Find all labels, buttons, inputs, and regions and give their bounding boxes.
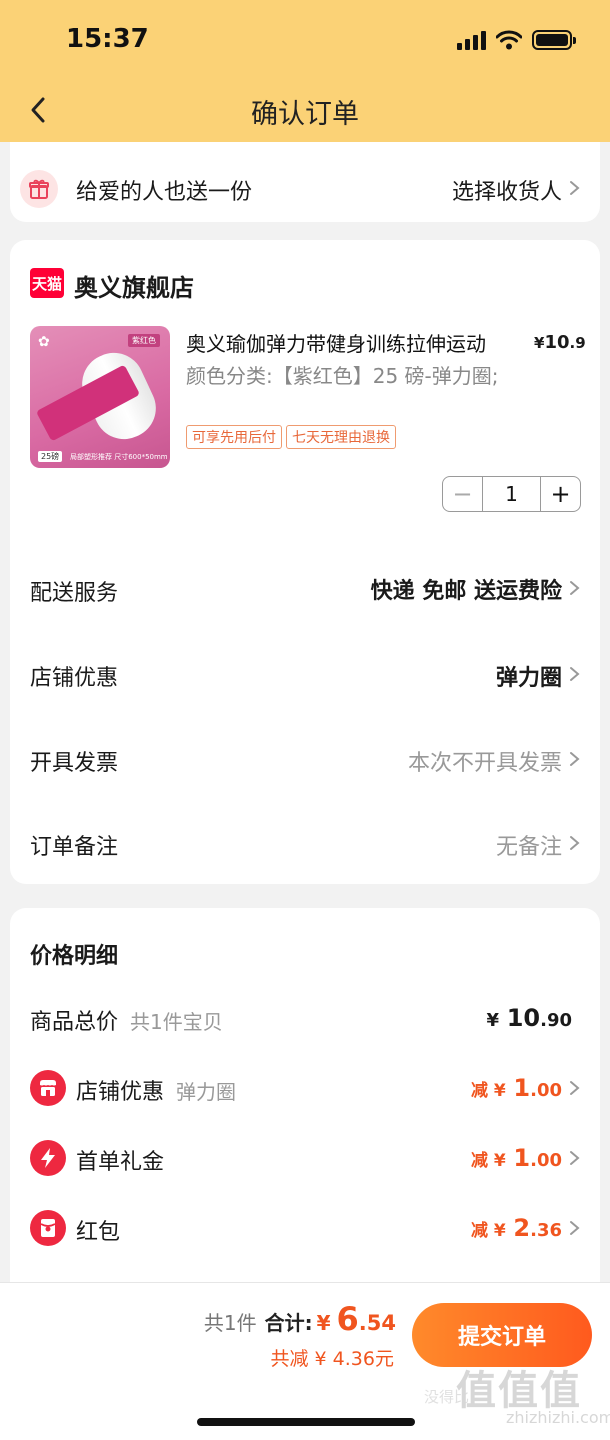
delivery-service-value[interactable]: 快递 免邮 送运费险 — [371, 573, 562, 605]
image-color-tag: 紫红色 — [128, 334, 160, 347]
goods-total-row: 商品总价 共1件宝贝 — [30, 1004, 223, 1036]
goods-total-label: 商品总价 — [30, 1010, 119, 1035]
order-note-label: 订单备注 — [30, 835, 119, 860]
gift-label: 给爱的人也送一份 — [76, 180, 253, 205]
goods-count: 共1件宝贝 — [130, 1010, 223, 1034]
shop-coupon-icon — [30, 1070, 66, 1106]
wifi-icon — [496, 30, 522, 50]
red-packet-icon — [30, 1210, 66, 1246]
nav-bar: 确认订单 — [0, 80, 610, 140]
decrease-button[interactable]: − — [443, 477, 483, 511]
shop-discount-value[interactable]: 弹力圈 — [496, 660, 562, 692]
chevron-right-icon — [568, 751, 582, 766]
status-bar: 15:37 — [0, 0, 610, 80]
order-total: 共1件 合计: ¥ 6 .54 — [203, 1300, 396, 1338]
invoice-value[interactable]: 本次不开具发票 — [408, 745, 562, 777]
first-order-gift-amount[interactable]: 减 ¥ 1.00 — [471, 1144, 562, 1172]
total-int: 6 — [336, 1300, 359, 1338]
red-packet-label: 红包 — [76, 1220, 121, 1245]
chevron-right-icon — [568, 1150, 582, 1165]
page-title: 确认订单 — [251, 99, 359, 130]
shop-name[interactable]: 奥义旗舰店 — [74, 268, 194, 303]
gift-icon — [20, 170, 58, 208]
battery-icon — [532, 30, 576, 50]
home-indicator — [197, 1418, 415, 1426]
total-label: 合计: — [264, 1311, 313, 1335]
chevron-right-icon — [568, 180, 582, 195]
image-caption: 局部塑形推荐 尺寸600*50mm — [70, 453, 168, 461]
status-time: 15:37 — [66, 24, 149, 54]
first-order-gift-label: 首单礼金 — [76, 1150, 165, 1175]
chevron-right-icon — [568, 835, 582, 850]
product-title[interactable]: 奥义瑜伽弹力带健身训练拉伸运动 — [186, 328, 486, 357]
shop-discount-row: 店铺优惠 弹力圈 — [76, 1080, 237, 1105]
invoice-label: 开具发票 — [30, 751, 119, 776]
watermark-logo: 没得比 值值值 zhizhizhi.com — [424, 1368, 610, 1427]
chevron-right-icon — [568, 1220, 582, 1235]
product-price: ¥10.9 — [534, 332, 586, 353]
item-count: 共1件 — [203, 1311, 257, 1335]
total-saved: 共减 ¥ 4.36元 — [270, 1348, 394, 1370]
red-packet-amount[interactable]: 减 ¥ 2.36 — [471, 1214, 562, 1242]
quantity-value[interactable]: 1 — [483, 477, 540, 511]
tmall-logo: 天猫 — [30, 268, 64, 298]
chevron-right-icon — [568, 1080, 582, 1095]
tag-pay-later: 可享先用后付 — [186, 425, 282, 449]
status-icons — [457, 30, 576, 50]
quantity-stepper: − 1 + — [442, 476, 581, 512]
signal-icon — [457, 30, 486, 50]
tag-7day-return: 七天无理由退换 — [286, 425, 396, 449]
product-tags: 可享先用后付 七天无理由退换 — [186, 425, 396, 449]
order-note-value[interactable]: 无备注 — [496, 829, 562, 861]
shop-discount-label: 店铺优惠 — [30, 666, 119, 691]
image-weight-tag: 25磅 — [38, 451, 63, 462]
select-recipient-link[interactable]: 选择收货人 — [452, 174, 562, 206]
product-image[interactable]: ✿ 紫红色 25磅 局部塑形推荐 尺寸600*50mm — [30, 326, 170, 468]
lightning-icon — [30, 1140, 66, 1176]
increase-button[interactable]: + — [540, 477, 580, 511]
shop-discount-amount[interactable]: 减 ¥ 1.00 — [471, 1074, 562, 1102]
price-detail-title: 价格明细 — [30, 944, 119, 969]
goods-total-price: ¥ 10.90 — [486, 1004, 573, 1032]
product-spec[interactable]: 颜色分类:【紫红色】25 磅-弹力圈; — [186, 362, 516, 390]
chevron-right-icon — [568, 666, 582, 681]
brand-flower-icon: ✿ — [38, 334, 50, 350]
total-dec: .54 — [358, 1311, 396, 1335]
chevron-right-icon — [568, 580, 582, 595]
delivery-service-label: 配送服务 — [30, 581, 119, 606]
